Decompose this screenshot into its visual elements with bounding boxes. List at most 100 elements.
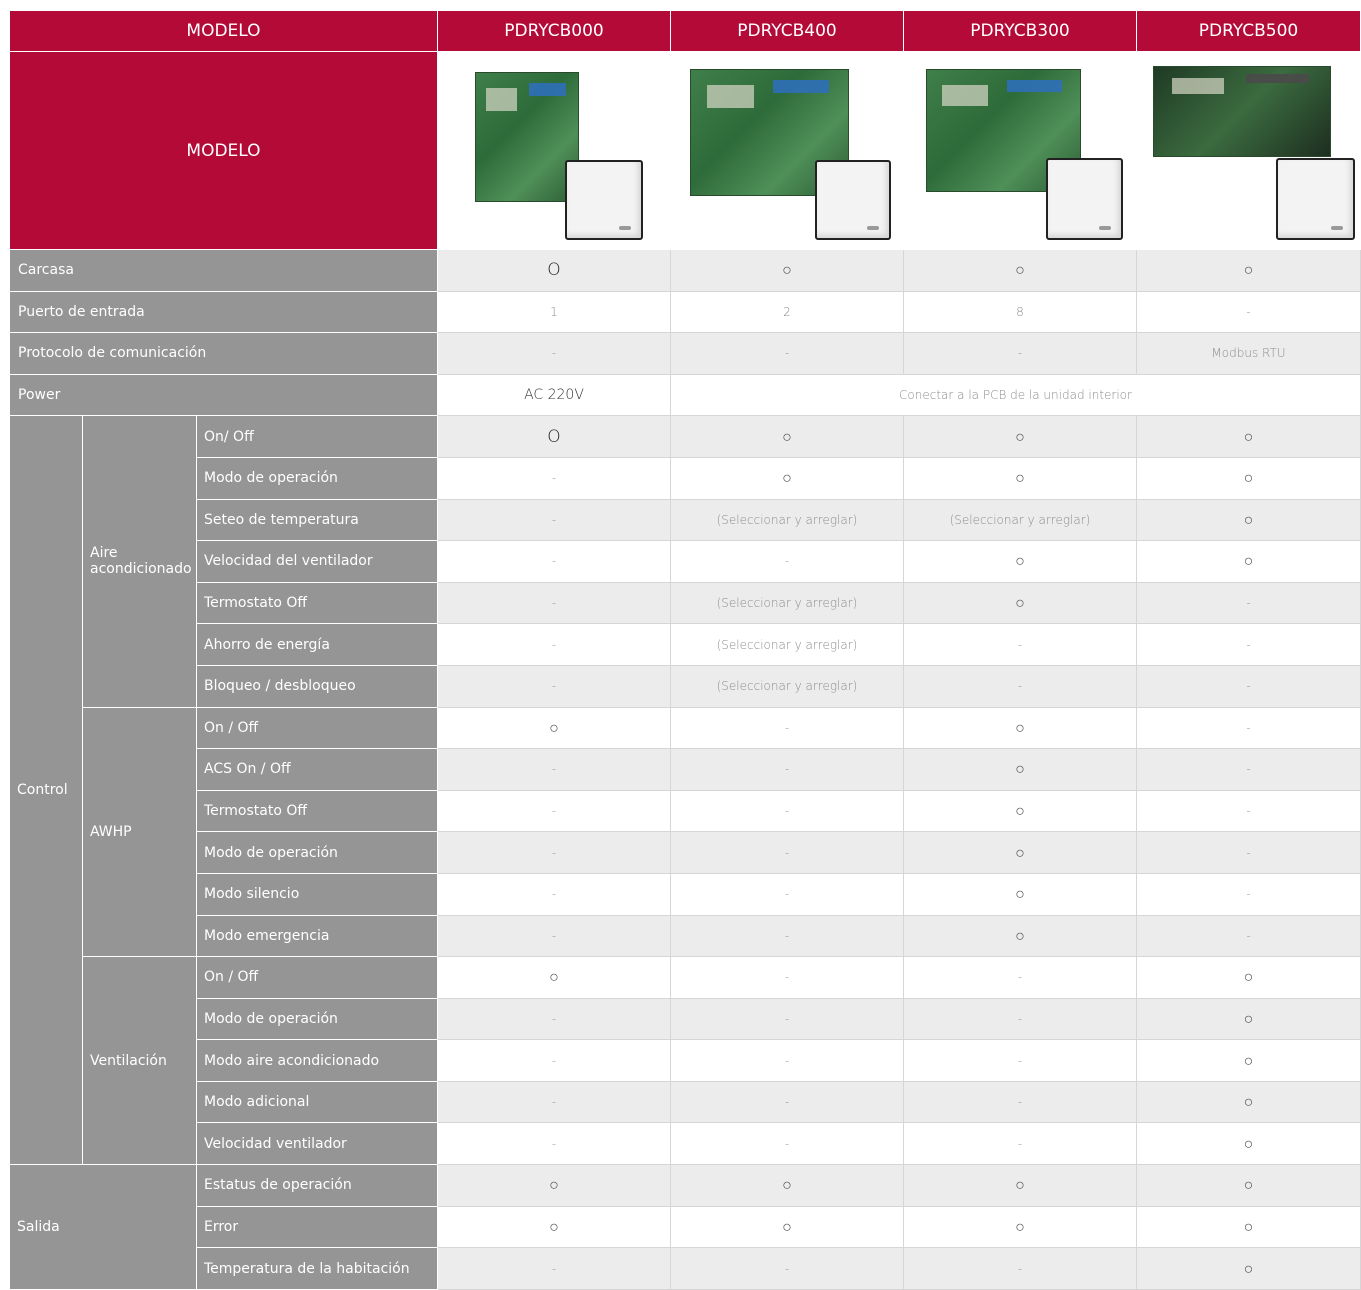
table-row: Ahorro de energía - (Seleccionar y arregla… — [10, 623, 1361, 666]
value-cell: - — [437, 872, 671, 916]
section-label-salida: Salida — [9, 1164, 197, 1290]
row-label: Estatus de operación — [196, 1164, 438, 1207]
model-header: PDRYCB500 — [1136, 10, 1361, 52]
value-cell: ○ — [1136, 540, 1361, 583]
value-cell: (Seleccionar y arreglar) — [670, 664, 904, 708]
table-row: Puerto de entrada 1 2 8- — [9, 290, 1361, 334]
row-label: Modo emergencia — [196, 914, 438, 958]
value-cell: - — [1136, 789, 1361, 833]
table-row: Error ○ ○ ○ ○ — [10, 1205, 1361, 1249]
value-cell: - — [903, 956, 1137, 999]
value-cell: 2 — [670, 290, 904, 334]
value-cell: ○ — [903, 456, 1137, 500]
value-cell: ○ — [903, 540, 1137, 583]
row-label: Ahorro de energía — [196, 623, 438, 666]
row-label: Modo aire acondicionado — [196, 1039, 438, 1082]
value-cell: - — [437, 1122, 671, 1166]
value-cell: (Seleccionar y arreglar) — [670, 498, 904, 542]
value-cell: - — [670, 914, 904, 958]
value-cell: - — [1136, 748, 1361, 791]
value-cell: (Seleccionar y arreglar) — [903, 498, 1137, 542]
value-cell: - — [437, 1039, 671, 1082]
value-cell: ○ — [903, 748, 1137, 791]
row-label: Puerto de entrada — [9, 290, 438, 334]
value-cell: ○ — [903, 789, 1137, 833]
value-cell: - — [670, 332, 904, 375]
value-cell: 1 — [437, 290, 671, 334]
row-label: On / Off — [196, 706, 438, 750]
value-cell: ○ — [903, 581, 1137, 625]
value-cell: - — [670, 789, 904, 833]
table-row: Power AC 220V Conectar a la PCB de la unid… — [9, 373, 1361, 417]
section-label-control: Control — [9, 415, 83, 1166]
value-cell: - — [437, 332, 671, 375]
table-row: Modo silencio - - ○ - — [10, 872, 1361, 916]
row-label: ACS On / Off — [196, 748, 438, 791]
value-cell: (Seleccionar y arreglar) — [670, 581, 904, 625]
value-cell: ○ — [1136, 1164, 1361, 1207]
value-cell: - — [1136, 914, 1361, 958]
remote-controller-image — [565, 160, 643, 240]
table-row: Velocidad del ventilador - - ○ ○ — [10, 540, 1361, 583]
remote-controller-image — [1276, 158, 1355, 240]
value-cell: - — [1136, 290, 1361, 334]
value-cell: - — [437, 914, 671, 958]
value-cell: - — [903, 1080, 1137, 1124]
row-label: Modo de operación — [196, 831, 438, 874]
value-cell: - — [1136, 623, 1361, 666]
value-cell: ○ — [437, 956, 671, 999]
table-row: Carcasa O ○ ○ ○ — [9, 249, 1361, 292]
pcb-image — [1153, 66, 1331, 157]
value-cell: ○ — [1136, 249, 1361, 292]
value-cell: - — [437, 831, 671, 874]
value-cell: - — [903, 1039, 1137, 1082]
value-cell: - — [1136, 706, 1361, 750]
value-cell: 8 — [903, 290, 1137, 334]
value-cell: - — [670, 1122, 904, 1166]
value-cell: ○ — [1136, 956, 1361, 999]
value-cell: ○ — [670, 456, 904, 500]
table-row: Protocolo de comunicación - - - Modbus RTU — [9, 332, 1361, 375]
value-cell: - — [670, 872, 904, 916]
value-cell: ○ — [437, 1205, 671, 1249]
header-title: MODELO — [9, 10, 438, 52]
product-image-cell — [670, 51, 904, 250]
row-label: Modo de operación — [196, 456, 438, 500]
row-label: Carcasa — [9, 249, 438, 292]
table-row: Modo de operación - - ○ - — [10, 831, 1361, 874]
table-row: Temperatura de la habitación - - - ○ — [10, 1247, 1361, 1290]
value-cell: O — [437, 415, 671, 458]
value-cell: ○ — [1136, 1247, 1361, 1290]
value-cell: - — [903, 332, 1137, 375]
row-label: Termostato Off — [196, 581, 438, 625]
value-cell: O — [437, 249, 671, 292]
model-header: PDRYCB000 — [437, 10, 671, 52]
table-row: Modo emergencia - - ○ - — [10, 914, 1361, 958]
value-cell: ○ — [670, 415, 904, 458]
image-row-label: MODELO — [9, 51, 438, 250]
value-cell: - — [670, 540, 904, 583]
row-label: Modo adicional — [196, 1080, 438, 1124]
header-row: MODELO PDRYCB000 PDRYCB400 PDRYCB300 PDR… — [9, 10, 1361, 52]
value-cell: - — [437, 456, 671, 500]
value-cell: - — [903, 1122, 1137, 1166]
table-row: Modo de operación - ○ ○ ○ — [10, 456, 1361, 500]
value-cell: ○ — [903, 706, 1137, 750]
value-cell: - — [670, 1247, 904, 1290]
value-cell: ○ — [670, 249, 904, 292]
value-cell: - — [903, 623, 1137, 666]
value-cell: - — [670, 1039, 904, 1082]
value-cell: ○ — [903, 914, 1137, 958]
row-label: Power — [9, 373, 438, 417]
group-label: AWHP — [82, 706, 197, 958]
pcb-image — [475, 72, 579, 202]
table-row: Termostato Off - (Seleccionar y arreglar) ○… — [10, 581, 1361, 625]
value-cell: - — [437, 664, 671, 708]
value-cell: ○ — [1136, 1080, 1361, 1124]
row-label: Error — [196, 1205, 438, 1249]
table-row: Control Aire acondicionado On/ Off O ○ ○ ○ — [9, 415, 1361, 1166]
value-cell: ○ — [903, 872, 1137, 916]
table-row: Salida Estatus de operación ○ ○ ○ ○ — [9, 1164, 1361, 1290]
value-cell: ○ — [670, 1164, 904, 1207]
value-cell: - — [670, 1080, 904, 1124]
